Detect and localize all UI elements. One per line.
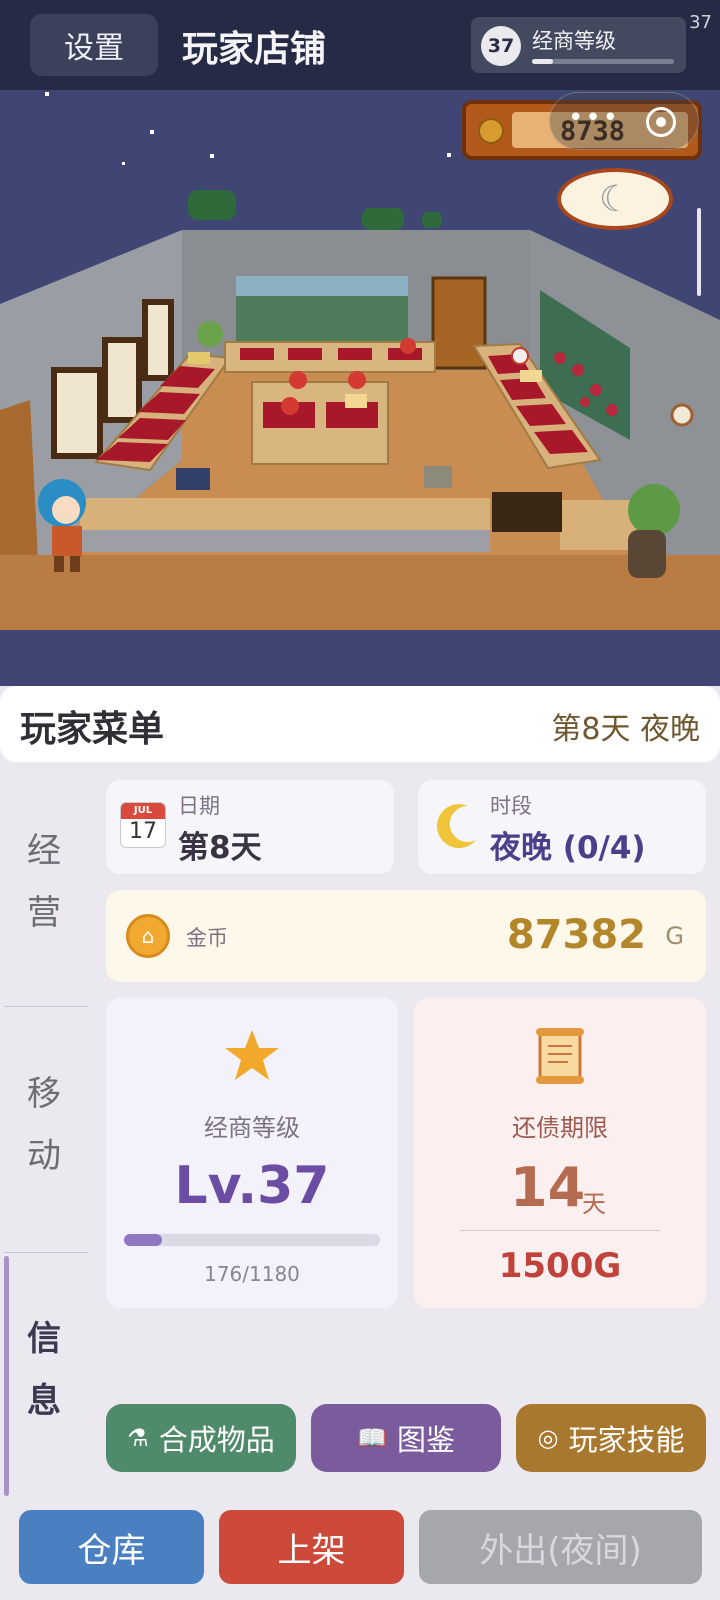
gold-value: 87382 [506, 912, 646, 958]
scroll-icon [536, 1028, 584, 1084]
tab-info-char-1: 信 [27, 1319, 61, 1359]
gold-label: 金币 [186, 926, 228, 950]
craft-items-button[interactable]: ⚗ 合成物品 [106, 1404, 296, 1472]
encyclopedia-button[interactable]: 📖 图鉴 [311, 1404, 501, 1472]
debt-amount: 1500G [498, 1246, 622, 1286]
tab-move[interactable]: 移 动 [0, 1030, 88, 1220]
level-label: 经商等级 [532, 29, 616, 53]
encyclopedia-label: 图鉴 [396, 1423, 455, 1457]
business-level-track [124, 1234, 380, 1246]
crescent-moon-icon [436, 804, 476, 849]
tab-info[interactable]: 信 息 [0, 1270, 88, 1470]
player-skills-button[interactable]: ◎ 玩家技能 [516, 1404, 706, 1472]
date-label: 日期 [178, 794, 220, 818]
tab-business[interactable]: 经 营 [0, 782, 88, 982]
level-badge: 37 [481, 26, 521, 66]
gold-coin-icon: ⌂ [126, 914, 170, 958]
calendar-icon: JUL 17 [120, 802, 166, 848]
tab-move-char-1: 移 [27, 1074, 61, 1114]
business-level-label: 经商等级 [204, 1114, 300, 1142]
background-trees [188, 190, 442, 230]
game-scene[interactable]: 8738 ••• ☾ [0, 90, 720, 686]
debt-days-value: 14 [510, 1156, 586, 1219]
book-icon: 📖 [357, 1424, 387, 1452]
level-indicator[interactable]: 37 经商等级 [471, 17, 686, 73]
settings-button[interactable]: 设置 [30, 14, 158, 76]
business-level-card: 经商等级 Lv.37 176/1180 [106, 998, 398, 1308]
flask-icon: ⚗ [127, 1424, 149, 1452]
corner-counter: 37 [689, 12, 712, 33]
tab-business-char-2: 营 [27, 893, 61, 933]
day-time-label: 第8天 夜晚 [551, 712, 700, 747]
level-progress-fill [532, 59, 554, 64]
business-level-fill [124, 1234, 163, 1246]
mini-program-capsule[interactable]: ••• [549, 92, 699, 150]
calendar-month: JUL [121, 803, 165, 819]
date-value: 第8天 [178, 830, 262, 866]
scrollbar[interactable] [697, 208, 701, 296]
moon-sign-icon: ☾ [557, 168, 673, 230]
debt-deadline-label: 还债期限 [512, 1114, 608, 1142]
target-icon[interactable] [646, 107, 676, 137]
tab-divider [4, 1006, 88, 1007]
debt-deadline-card: 还债期限 14 天 1500G [414, 998, 706, 1308]
calendar-day: 17 [129, 819, 157, 844]
warehouse-button[interactable]: 仓库 [19, 1510, 204, 1584]
business-level-progress-text: 176/1180 [204, 1262, 300, 1286]
go-out-button[interactable]: 外出(夜间) [419, 1510, 702, 1584]
coin-icon [478, 118, 504, 144]
gold-unit: G [665, 922, 684, 950]
business-level-value: Lv.37 [174, 1156, 330, 1216]
list-items-button[interactable]: 上架 [219, 1510, 404, 1584]
page-title: 玩家店铺 [182, 29, 327, 70]
craft-items-label: 合成物品 [158, 1423, 275, 1457]
top-bar: 设置 玩家店铺 37 经商等级 37 [0, 0, 720, 90]
debt-divider [460, 1230, 660, 1231]
gold-card: ⌂ 金币 87382 G [106, 890, 706, 982]
panel-header: 玩家菜单 第8天 夜晚 [0, 686, 720, 762]
time-period-value: 夜晚 (0/4) [490, 830, 646, 866]
tab-move-char-2: 动 [27, 1136, 61, 1176]
target-icon: ◎ [537, 1424, 559, 1452]
debt-days-unit: 天 [582, 1190, 606, 1218]
time-period-card: 时段 夜晚 (0/4) [418, 780, 706, 874]
date-card: JUL 17 日期 第8天 [106, 780, 394, 874]
level-progress-track [532, 59, 674, 64]
star-icon [225, 1030, 279, 1080]
tab-info-char-2: 息 [27, 1381, 61, 1421]
tab-business-char-1: 经 [27, 831, 61, 871]
more-dots-icon[interactable]: ••• [568, 103, 620, 133]
panel-title: 玩家菜单 [20, 709, 165, 750]
tab-divider [4, 1252, 88, 1253]
player-skills-label: 玩家技能 [568, 1423, 685, 1457]
time-period-label: 时段 [490, 794, 532, 818]
